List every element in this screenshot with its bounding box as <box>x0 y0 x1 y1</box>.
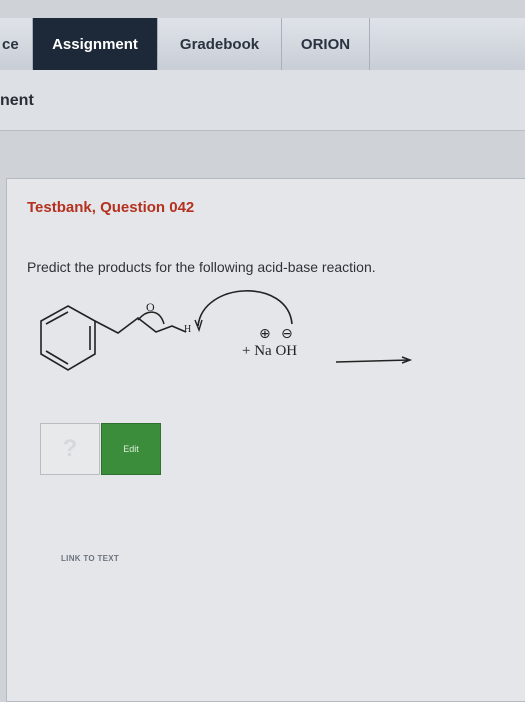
answer-placeholder[interactable]: ? <box>40 423 100 475</box>
tab-orion[interactable]: ORION <box>282 18 370 70</box>
tab-assignment[interactable]: Assignment <box>33 18 158 70</box>
reagent-label: + Na OH <box>242 343 297 359</box>
minus-charge: ⊖ <box>281 326 293 342</box>
reaction-arrow <box>335 356 413 364</box>
side-chain <box>94 316 187 334</box>
oxygen-label: O <box>146 300 155 314</box>
question-title: Testbank, Question 042 <box>27 199 195 216</box>
page-title: nent <box>0 92 34 109</box>
electron-arrow-large <box>197 290 293 327</box>
page-header <box>0 70 525 131</box>
reaction-diagram: O H ⊕ ⊖ + Na OH <box>40 290 413 371</box>
question-prompt: Predict the products for the following a… <box>27 259 376 275</box>
tab-bar: ce Assignment Gradebook ORION <box>0 18 525 71</box>
tab-gradebook[interactable]: Gradebook <box>158 18 282 70</box>
link-to-text[interactable]: LINK TO TEXT <box>61 554 119 563</box>
edit-button[interactable]: Edit <box>101 423 161 475</box>
plus-charge: ⊕ <box>259 326 271 342</box>
hydrogen-label: H <box>184 324 191 335</box>
tab-partial[interactable]: ce <box>0 18 33 70</box>
benzene-ring <box>40 305 96 371</box>
